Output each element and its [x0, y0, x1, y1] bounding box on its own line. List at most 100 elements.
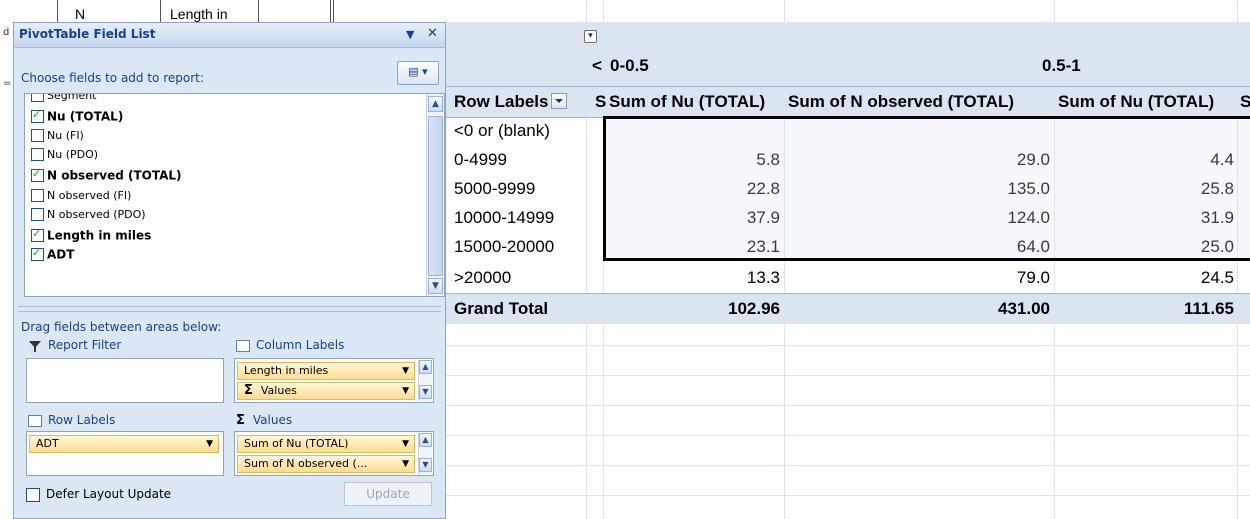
close-icon[interactable]: ✕ [427, 26, 438, 41]
header-cut-right: S [1240, 92, 1250, 111]
field-segment[interactable]: Segment [31, 94, 97, 106]
table-row[interactable]: >20000 13.3 79.0 24.5 [446, 263, 1250, 293]
grand-total-row[interactable]: Grand Total 102.96 431.00 111.65 [446, 293, 1250, 324]
update-button[interactable]: Update [344, 482, 432, 506]
scroll-up-icon[interactable]: ▲ [428, 96, 443, 112]
header-cut: S [595, 92, 607, 111]
field-label: Nu (FI) [47, 129, 84, 142]
checkbox[interactable] [31, 94, 44, 102]
report-filter-drop-zone[interactable] [26, 358, 224, 403]
chevron-down-icon[interactable]: ▼ [402, 456, 409, 472]
cell-value: 5.8 [756, 150, 780, 169]
field-adt[interactable]: ADT [31, 246, 74, 265]
chevron-down-icon[interactable]: ▼ [402, 383, 409, 399]
pivottable-field-list-pane[interactable]: PivotTable Field List ▼ ✕ Choose fields … [13, 22, 446, 519]
field-nu-fi[interactable]: Nu (FI) [31, 128, 84, 146]
row-label: <0 or (blank) [454, 121, 550, 140]
grand-total-value: 102.96 [728, 299, 780, 318]
chevron-down-icon[interactable]: ▼ [402, 436, 409, 452]
row-label: 5000-9999 [454, 179, 536, 198]
cell-value: 37.9 [746, 208, 780, 227]
field-checklist[interactable]: Segment Nu (TOTAL) Nu (FI) Nu (PDO) N ob… [24, 93, 445, 297]
col-group-cut: < [592, 56, 602, 75]
defer-layout-update[interactable]: Defer Layout Update [26, 487, 171, 502]
field-n-observed-total[interactable]: N observed (TOTAL) [31, 167, 182, 186]
field-label: Length in miles [47, 228, 152, 243]
checkbox[interactable] [31, 208, 44, 221]
checkbox[interactable] [31, 189, 44, 202]
checkbox-checked[interactable] [31, 246, 44, 261]
sigma-icon: Σ [244, 383, 253, 398]
field-n-observed-fi[interactable]: N observed (FI) [31, 188, 131, 206]
scroll-up-icon[interactable]: ▲ [419, 360, 432, 374]
cell-value: 13.3 [746, 268, 780, 287]
cell-value: 25.0 [1200, 237, 1234, 256]
field-nu-total[interactable]: Nu (TOTAL) [31, 108, 124, 127]
pane-options-dropdown-icon[interactable]: ▼ [406, 28, 414, 41]
grand-total-label: Grand Total [454, 299, 549, 318]
value-chip-sum-nu-total[interactable]: Sum of Nu (TOTAL) ▼ [237, 435, 415, 453]
filter-icon [28, 340, 42, 352]
row-label: 15000-20000 [454, 237, 555, 256]
scroll-thumb[interactable] [428, 116, 443, 276]
checkbox[interactable] [31, 148, 44, 161]
scroll-down-icon[interactable]: ▼ [419, 458, 432, 472]
checkbox-checked[interactable] [31, 108, 44, 123]
values-zone-scrollbar[interactable]: ▲ ▼ [418, 433, 432, 474]
scroll-down-icon[interactable]: ▼ [428, 278, 443, 294]
strip-divider [57, 0, 58, 22]
header-sum-nu-total[interactable]: Sum of Nu (TOTAL) [609, 92, 787, 112]
choose-fields-label: Choose fields to add to report: [21, 71, 204, 85]
table-row[interactable]: 10000-14999 37.9 124.0 31.9 [446, 203, 1250, 233]
field-n-observed-pdo[interactable]: N observed (PDO) [31, 207, 146, 225]
cell-value: 29.0 [1016, 150, 1050, 169]
row-labels-drop-zone[interactable]: ADT ▼ [26, 431, 224, 476]
table-row[interactable]: 15000-20000 23.1 64.0 25.0 [446, 232, 1250, 262]
row-label: 10000-14999 [454, 208, 555, 227]
column-zone-scrollbar[interactable]: ▲ ▼ [418, 360, 432, 401]
checkbox-checked[interactable] [31, 227, 44, 242]
defer-checkbox[interactable] [26, 487, 40, 502]
row-labels-header[interactable]: Row Labels [454, 92, 568, 112]
col-group-0-5-1[interactable]: 0.5-1 [1042, 56, 1081, 76]
table-row[interactable]: 0-4999 5.8 29.0 4.4 [446, 145, 1250, 175]
column-chip-length-in-miles[interactable]: Length in miles ▼ [237, 362, 415, 380]
column-chip-values[interactable]: Σ Values ▼ [237, 382, 415, 400]
values-drop-zone[interactable]: Sum of Nu (TOTAL) ▼ Sum of N observed (..… [234, 431, 434, 476]
table-row[interactable]: <0 or (blank) [446, 116, 1250, 146]
chevron-down-icon[interactable]: ▼ [402, 363, 409, 379]
checkbox-checked[interactable] [31, 167, 44, 182]
field-label: Nu (TOTAL) [47, 109, 124, 124]
row-chip-adt[interactable]: ADT ▼ [29, 435, 219, 453]
pane-title-bar[interactable]: PivotTable Field List ▼ ✕ [14, 23, 445, 48]
field-label: N observed (TOTAL) [47, 168, 182, 183]
field-list-scrollbar[interactable]: ▲ ▼ [426, 94, 444, 296]
strip-text-length: Length in [170, 6, 228, 22]
drag-fields-label: Drag fields between areas below: [21, 320, 222, 334]
chevron-down-icon[interactable]: ▼ [206, 436, 213, 452]
column-labels-drop-zone[interactable]: Length in miles ▼ Σ Values ▼ ▲ ▼ [234, 358, 434, 403]
report-filter-area-label: Report Filter [28, 338, 121, 352]
pivot-header-band [446, 22, 1250, 86]
cell-value: 31.9 [1200, 208, 1234, 227]
cell-value: 79.0 [1016, 268, 1050, 287]
grand-total-value: 111.65 [1183, 299, 1234, 318]
table-row[interactable]: 5000-9999 22.8 135.0 25.8 [446, 174, 1250, 204]
value-chip-sum-n-observed[interactable]: Sum of N observed (... ▼ [237, 455, 415, 473]
pane-splitter[interactable] [18, 306, 441, 312]
pivot-header-row: Row Labels S Sum of Nu (TOTAL) Sum of N … [446, 86, 1250, 118]
scroll-down-icon[interactable]: ▼ [419, 385, 432, 399]
filter-dropdown-icon[interactable]: ▾ [584, 30, 597, 43]
header-sum-nu-total-2[interactable]: Sum of Nu (TOTAL) [1058, 92, 1238, 112]
field-nu-pdo[interactable]: Nu (PDO) [31, 147, 98, 165]
row-labels-filter-icon[interactable] [551, 92, 568, 109]
cell-value: 23.1 [746, 237, 780, 256]
scroll-up-icon[interactable]: ▲ [419, 433, 432, 447]
strip-divider [330, 0, 331, 22]
cell-value: 22.8 [746, 179, 780, 198]
field-list-layout-button[interactable]: ▤ ▾ [397, 61, 439, 85]
checkbox[interactable] [31, 129, 44, 142]
col-group-0-0-5[interactable]: 0-0.5 [610, 56, 649, 76]
field-length-in-miles[interactable]: Length in miles [31, 227, 152, 246]
header-sum-n-observed-total[interactable]: Sum of N observed (TOTAL) [788, 92, 1056, 112]
